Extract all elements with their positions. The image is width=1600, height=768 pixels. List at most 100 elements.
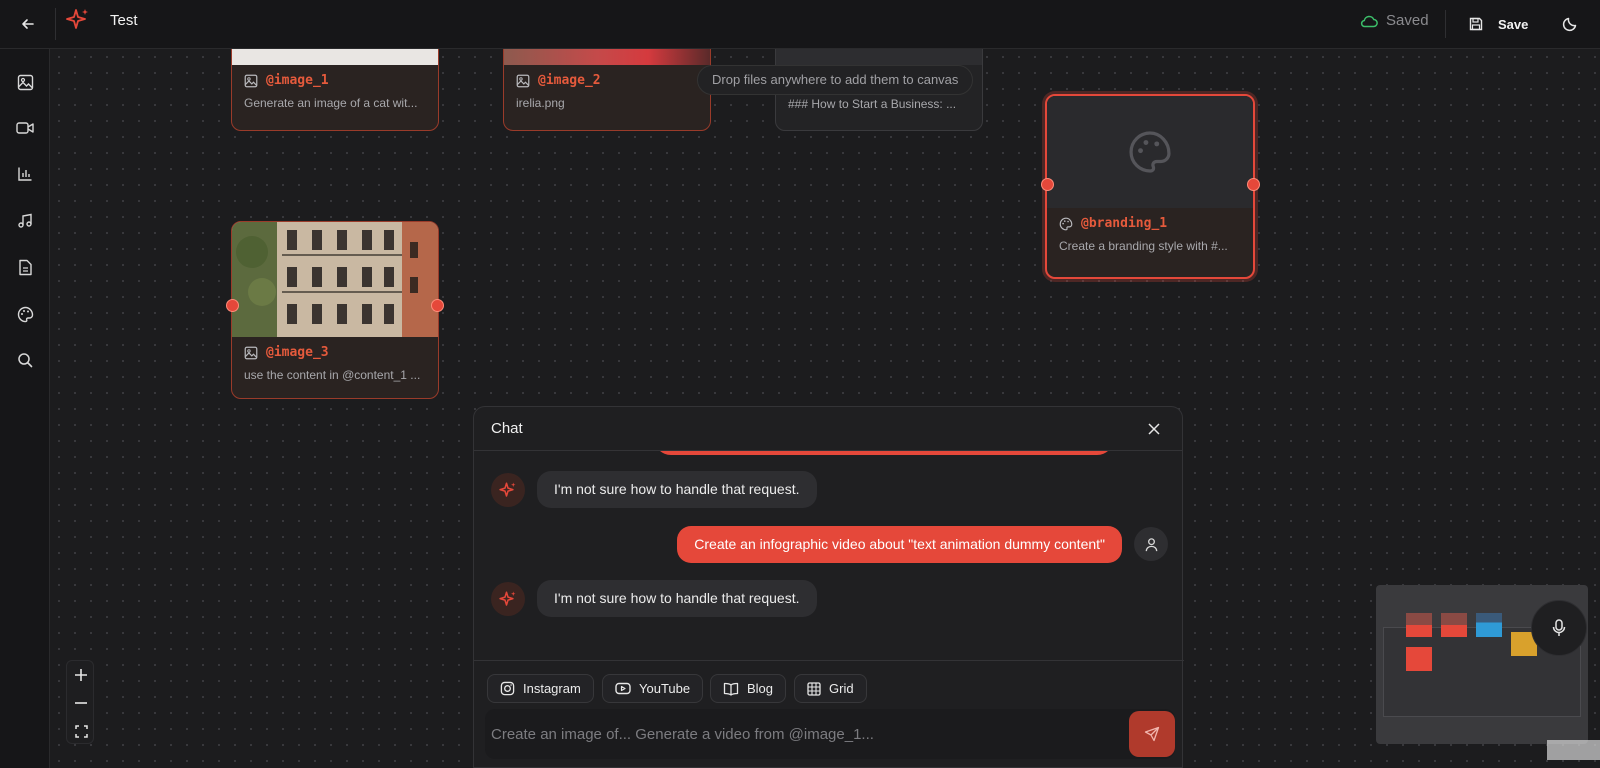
node-tag: @image_3 [266,345,329,360]
back-button[interactable] [14,10,42,38]
node-tag: @branding_1 [1081,216,1168,231]
chat-messages[interactable]: I'm not sure how to handle that request.… [474,451,1184,659]
save-status: Saved [1360,12,1429,29]
minus-icon [75,702,87,704]
node-description: Generate an image of a cat wit... [244,96,418,110]
zoom-in-button[interactable] [67,661,95,689]
sidebar-item-chart[interactable] [9,158,41,190]
node-thumbnail [1047,96,1253,208]
connection-handle-left[interactable] [1041,178,1054,191]
save-button[interactable]: Save [1468,10,1528,38]
node-thumbnail [776,49,982,65]
zoom-out-button[interactable] [67,689,95,717]
chip-label: YouTube [639,681,691,696]
minimap-node [1441,613,1467,637]
image-icon [516,74,530,87]
minimap-node [1406,613,1432,637]
top-bar: Test Saved Save [0,0,1600,49]
chat-input[interactable] [491,715,1091,753]
sidebar-item-music[interactable] [9,205,41,237]
node-description: ### How to Start a Business: ... [788,97,957,111]
image-icon [244,74,258,87]
image-node-image-1[interactable]: @image_1 Generate an image of a cat wit.… [231,49,439,131]
connection-handle-left[interactable] [226,299,239,312]
chat-composer [485,709,1175,759]
sparkle-logo-icon [66,8,90,32]
chip-instagram[interactable]: Instagram [487,674,594,703]
arrow-left-icon [22,19,34,29]
palette-icon [1059,217,1073,230]
node-thumbnail [504,49,710,65]
close-chat-button[interactable] [1142,417,1166,441]
chat-title: Chat [491,420,523,437]
sidebar-item-search[interactable] [9,344,41,376]
moon-icon [1562,17,1577,32]
branding-node-branding-1[interactable]: @branding_1 Create a branding style with… [1045,94,1255,279]
microphone-icon [1552,619,1566,636]
image-node-image-3[interactable]: @image_3 use the content in @content_1 .… [231,221,439,399]
chip-label: Blog [747,681,774,696]
node-thumbnail [232,49,438,65]
image-icon [244,346,258,359]
plus-icon [75,669,87,681]
chip-youtube[interactable]: YouTube [602,674,704,703]
drop-files-hint: Drop files anywhere to add them to canva… [697,65,974,95]
close-icon [1148,423,1160,435]
cloud-icon [1360,15,1378,27]
document-icon [18,259,32,275]
send-icon [1144,726,1160,742]
sidebar-item-palette[interactable] [9,298,41,330]
minimap-node [1476,613,1502,637]
book-open-icon [723,682,739,696]
project-title: Test [110,12,138,29]
chat-panel: Chat I'm not sure how to handle that req… [473,406,1184,768]
assistant-message: I'm not sure how to handle that request. [537,471,817,508]
node-description: Create a branding style with #... [1059,239,1228,253]
theme-toggle-button[interactable] [1556,10,1584,38]
assistant-message: I'm not sure how to handle that request. [537,580,817,617]
palette-icon [1129,131,1171,173]
chip-blog[interactable]: Blog [710,674,787,703]
node-tag: @image_1 [266,73,329,88]
node-tag: @image_2 [538,73,601,88]
floppy-disk-icon [1469,17,1483,31]
palette-icon [17,306,33,322]
divider [1445,10,1446,38]
divider [55,8,56,40]
save-button-label: Save [1498,16,1529,32]
music-icon [18,213,32,228]
sidebar-item-document[interactable] [9,251,41,283]
fit-view-button[interactable] [67,717,95,745]
chip-grid[interactable]: Grid [794,674,867,703]
connection-handle-right[interactable] [431,299,444,312]
node-description: irelia.png [516,96,565,110]
sidebar-item-image[interactable] [9,66,41,98]
chat-header: Chat [474,407,1182,451]
chip-label: Grid [829,681,854,696]
grid-icon [807,681,821,696]
image-icon [17,74,33,90]
user-icon [1145,537,1157,551]
user-message-bubble-partial [654,451,1114,455]
video-icon [16,122,34,134]
voice-input-button[interactable] [1531,600,1587,656]
sparkle-icon [499,482,516,497]
chart-icon [18,167,32,181]
save-status-label: Saved [1386,12,1429,29]
youtube-icon [615,682,631,695]
search-icon [18,353,33,368]
assistant-avatar [491,582,525,616]
sidebar-item-video[interactable] [9,112,41,144]
node-description: use the content in @content_1 ... [244,368,421,382]
node-thumbnail-building [232,222,438,337]
instagram-icon [500,681,515,696]
sparkle-icon [499,591,516,606]
connection-handle-right[interactable] [1247,178,1260,191]
quick-action-chips: Instagram YouTube Blog Grid [474,660,1184,710]
send-button[interactable] [1129,711,1175,757]
image-node-image-2[interactable]: @image_2 irelia.png [503,49,711,131]
minimap-node [1406,647,1432,671]
chip-label: Instagram [523,681,581,696]
user-message: Create an infographic video about "text … [677,526,1122,563]
watermark-badge [1547,740,1600,760]
